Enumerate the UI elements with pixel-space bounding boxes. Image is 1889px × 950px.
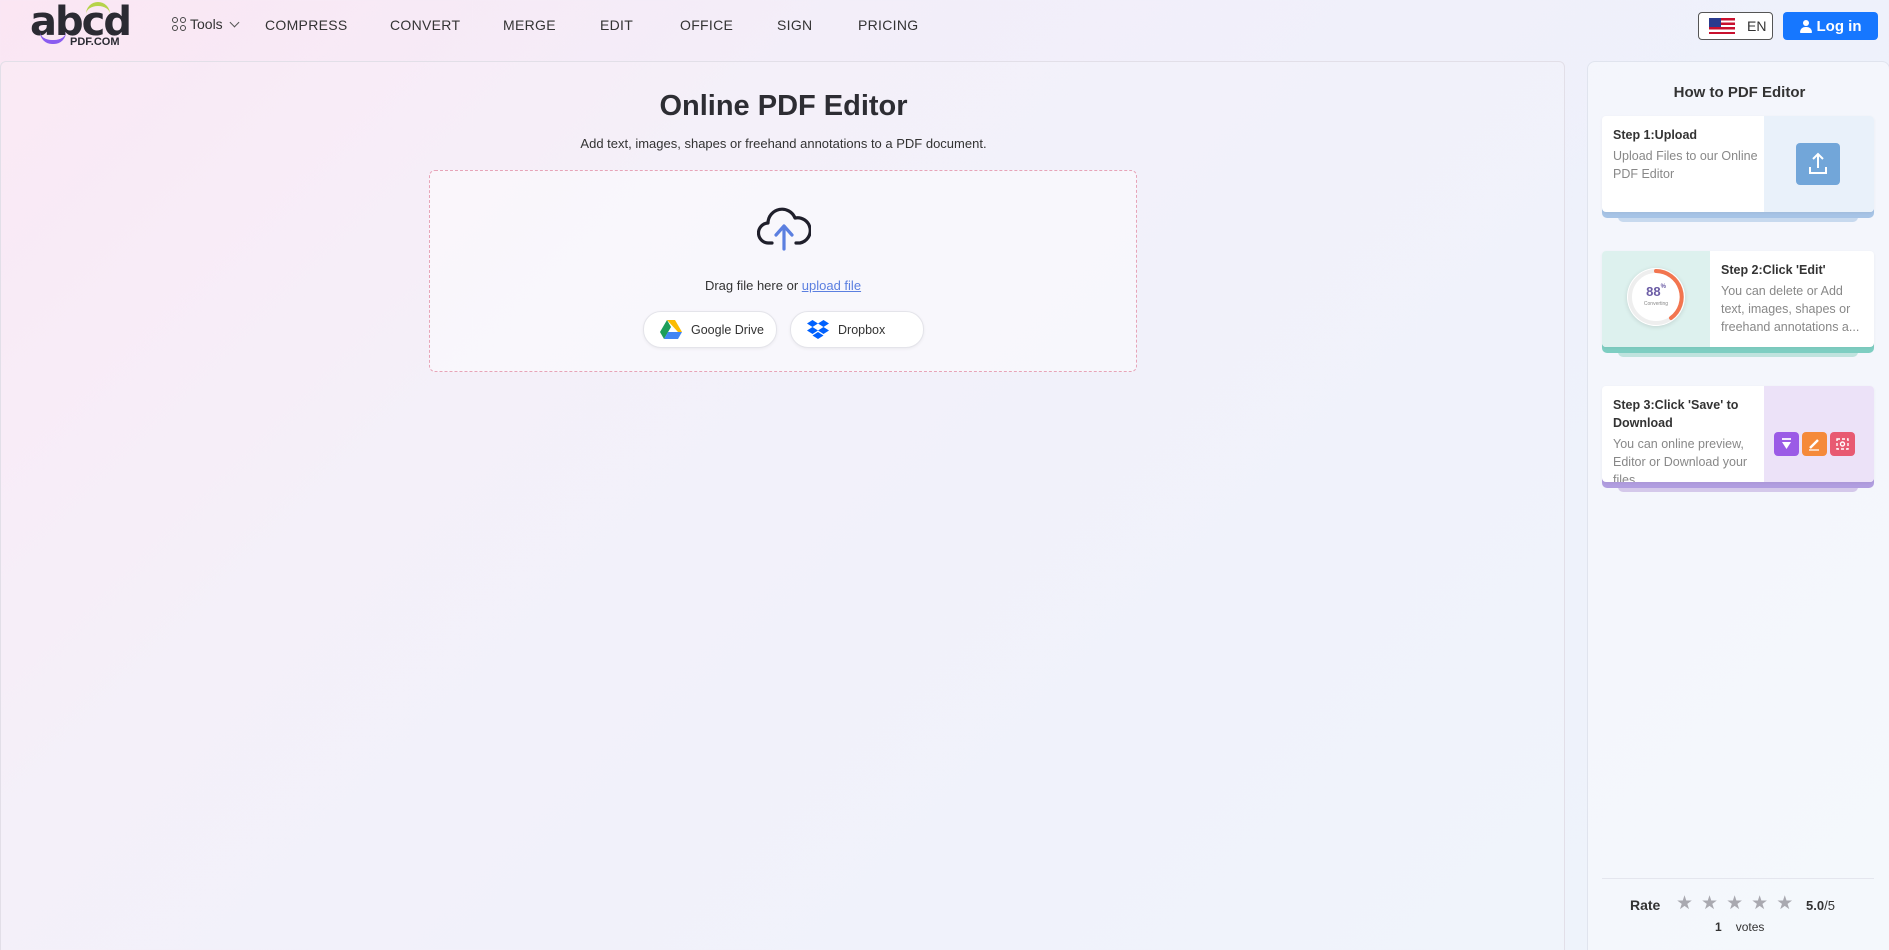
preview-icon <box>1836 438 1849 450</box>
star-icon[interactable]: ★ <box>1751 894 1768 914</box>
step-2-description: You can delete or Add text, images, shap… <box>1721 284 1860 334</box>
how-to-sidebar: How to PDF Editor Step 1:Upload Upload F… <box>1587 61 1889 950</box>
rate-label: Rate <box>1630 897 1661 913</box>
google-drive-icon <box>660 320 682 339</box>
google-drive-button[interactable]: Google Drive <box>643 311 777 348</box>
user-icon <box>1799 19 1812 33</box>
upload-tile <box>1796 143 1840 185</box>
step-3-description: You can online preview, Editor or Downlo… <box>1613 437 1748 482</box>
step-1-description: Upload Files to our Online PDF Editor <box>1613 149 1758 181</box>
preview-tile <box>1830 432 1855 456</box>
google-drive-label: Google Drive <box>691 322 764 337</box>
gauge-unit: % <box>1660 284 1666 290</box>
step-card-body: Step 3:Click 'Save' to Download You can … <box>1602 386 1874 482</box>
rating-section: Rate ★ ★ ★ ★ ★ 5.0/5 1 votes <box>1602 878 1874 934</box>
download-tile <box>1774 432 1799 456</box>
votes-label: votes <box>1735 920 1765 934</box>
tools-menu[interactable]: Tools <box>172 16 240 32</box>
cloud-upload-icon <box>757 207 811 251</box>
sidebar-title: How to PDF Editor <box>1673 84 1806 101</box>
file-dropzone[interactable]: Drag file here or upload file Google Dri… <box>429 170 1137 372</box>
dropbox-label: Dropbox <box>838 322 886 337</box>
star-icon[interactable]: ★ <box>1776 894 1793 914</box>
progress-gauge: 88% Converting <box>1627 268 1685 326</box>
nav-sign[interactable]: SIGN <box>777 17 812 33</box>
gauge-readout: 88% <box>1627 284 1685 299</box>
nav-merge[interactable]: MERGE <box>503 17 556 33</box>
step-2-title: Step 2:Click 'Edit' <box>1721 263 1826 277</box>
upload-icon <box>1809 152 1827 174</box>
page-title: Online PDF Editor <box>659 90 908 122</box>
step-3-title: Step 3:Click 'Save' to Download <box>1613 398 1739 430</box>
top-header: abcd PDF.COM Tools COMPRESS CONVERT MERG… <box>0 0 1889 50</box>
vote-count: 1 votes <box>1715 920 1764 934</box>
dropbox-icon <box>807 319 829 339</box>
star-icon[interactable]: ★ <box>1701 894 1718 914</box>
star-rating[interactable]: ★ ★ ★ ★ ★ <box>1676 894 1793 914</box>
editor-main-panel: Online PDF Editor Add text, images, shap… <box>0 61 1565 950</box>
step-1-title: Step 1:Upload <box>1613 128 1698 142</box>
star-icon[interactable]: ★ <box>1726 894 1743 914</box>
step-2-card: 88% Converting Step 2:Click 'Edit' You c… <box>1602 251 1874 357</box>
apps-grid-icon <box>172 17 186 31</box>
step-card-body: Step 1:Upload Upload Files to our Online… <box>1602 116 1874 212</box>
pencil-icon <box>1809 439 1819 451</box>
us-flag-icon <box>1709 18 1735 34</box>
abcdpdf-logo[interactable]: abcd PDF.COM <box>30 2 132 50</box>
nav-edit[interactable]: EDIT <box>600 17 633 33</box>
step-3-text: Step 3:Click 'Save' to Download You can … <box>1613 396 1759 482</box>
language-code: EN <box>1747 18 1767 34</box>
votes-number: 1 <box>1715 920 1722 934</box>
drag-text: Drag file here or <box>704 278 799 293</box>
nav-convert[interactable]: CONVERT <box>390 17 460 33</box>
score-max: /5 <box>1824 898 1835 913</box>
step-3-card: Step 3:Click 'Save' to Download You can … <box>1602 386 1874 492</box>
page-subtitle: Add text, images, shapes or freehand ann… <box>580 136 987 151</box>
logo-domain: PDF.COM <box>70 36 120 48</box>
edit-tile <box>1802 432 1827 456</box>
step-2-text: Step 2:Click 'Edit' You can delete or Ad… <box>1721 261 1869 336</box>
step-card-body: 88% Converting Step 2:Click 'Edit' You c… <box>1602 251 1874 347</box>
nav-pricing[interactable]: PRICING <box>858 17 918 33</box>
step-1-text: Step 1:Upload Upload Files to our Online… <box>1613 126 1759 183</box>
language-selector[interactable]: EN <box>1698 12 1773 40</box>
tools-label: Tools <box>190 16 223 32</box>
chevron-down-icon <box>229 17 240 28</box>
nav-office[interactable]: OFFICE <box>680 17 733 33</box>
score-value: 5.0 <box>1806 898 1825 913</box>
gauge-caption: Converting <box>1643 301 1669 307</box>
step-1-card: Step 1:Upload Upload Files to our Online… <box>1602 116 1874 222</box>
gauge-value: 88 <box>1646 284 1661 299</box>
star-icon[interactable]: ★ <box>1676 894 1693 914</box>
dropbox-button[interactable]: Dropbox <box>790 311 924 348</box>
drag-instructions: Drag file here or upload file <box>430 278 1136 293</box>
rating-score: 5.0/5 <box>1806 898 1835 913</box>
nav-compress[interactable]: COMPRESS <box>265 17 348 33</box>
download-icon <box>1782 438 1791 449</box>
login-button[interactable]: Log in <box>1783 12 1878 40</box>
upload-file-link[interactable]: upload file <box>802 278 861 293</box>
login-label: Log in <box>1816 17 1862 35</box>
